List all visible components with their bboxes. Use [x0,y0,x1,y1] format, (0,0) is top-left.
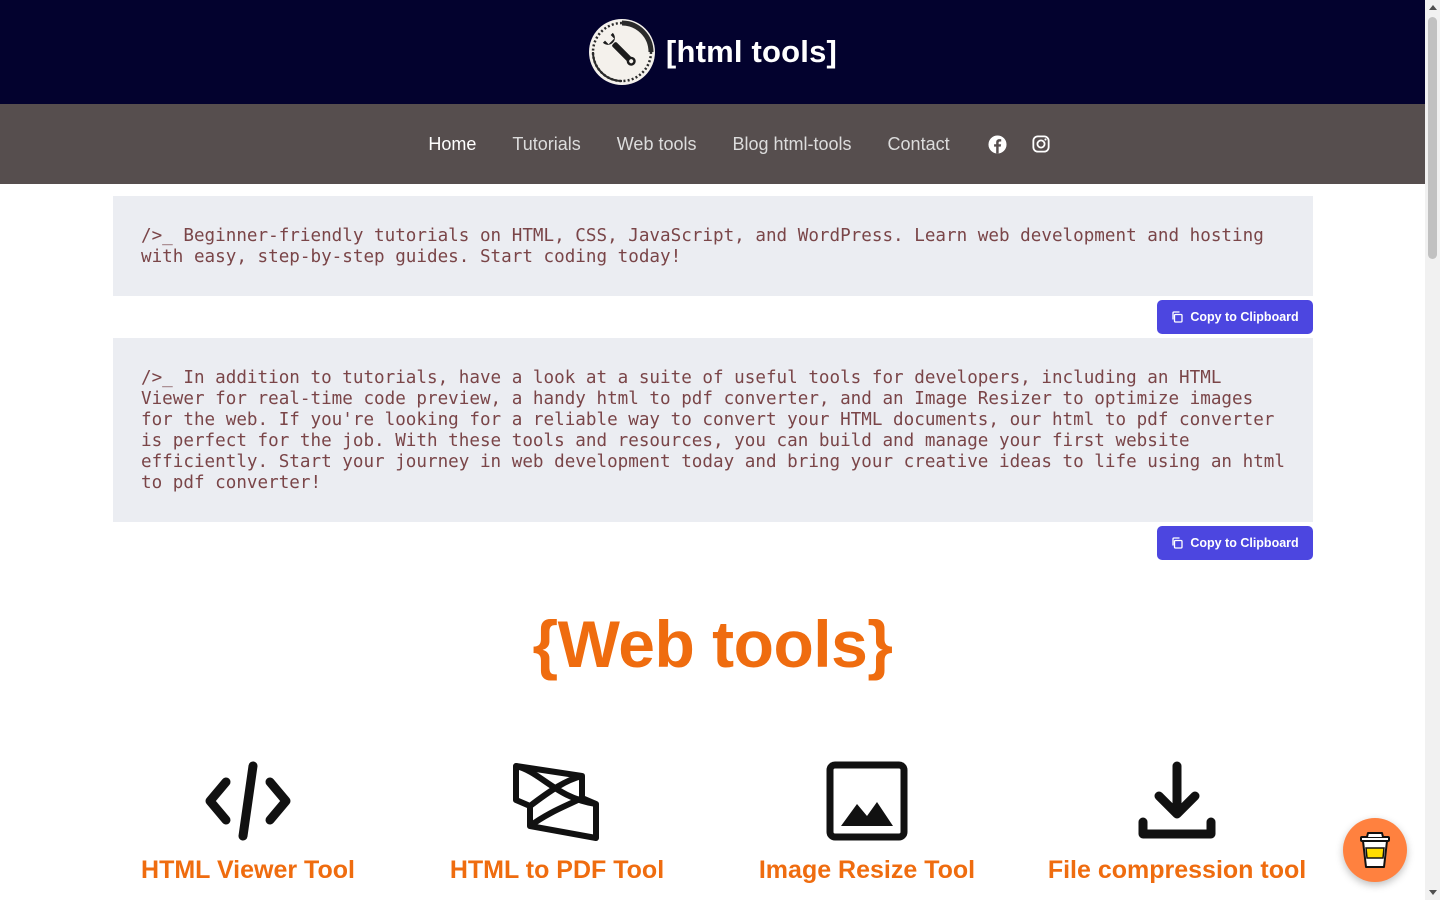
coffee-cup-icon [1360,832,1390,868]
nav-links: Home Tutorials Web tools Blog html-tools… [410,134,1050,155]
tool-label: File compression tool [1047,856,1307,884]
code-block-tools-description: />_ In addition to tutorials, have a loo… [113,338,1313,522]
tool-label: HTML Viewer Tool [141,856,355,884]
pdf-convert-icon [513,763,599,841]
copy-to-clipboard-button[interactable]: Copy to Clipboard [1157,526,1313,560]
vertical-scrollbar[interactable] [1425,0,1440,900]
image-icon [826,761,908,841]
tool-label: Image Resize Tool [758,856,976,884]
copy-button-label: Copy to Clipboard [1190,310,1299,324]
copy-icon [1172,537,1183,549]
copy-to-clipboard-button[interactable]: Copy to Clipboard [1157,300,1313,334]
tool-file-compression[interactable]: File compression tool [1022,760,1332,885]
facebook-icon [988,134,1007,154]
scroll-down-arrow-icon[interactable] [1429,890,1437,895]
copy-icon [1172,311,1183,323]
brand-home-link[interactable]: [html tools] [588,18,837,86]
page: [html tools] Home Tutorials Web tools Bl… [0,0,1425,900]
nav-item-blog[interactable]: Blog html-tools [732,134,851,155]
tool-label: HTML to PDF Tool [449,856,665,884]
download-icon [1138,761,1216,839]
site-header: [html tools] [0,0,1425,104]
tool-image-resize[interactable]: Image Resize Tool [712,760,1022,885]
instagram-link[interactable] [1032,135,1050,153]
tool-html-viewer[interactable]: HTML Viewer Tool [93,760,403,885]
code-block-intro: />_ Beginner-friendly tutorials on HTML,… [113,196,1313,296]
section-title: {Web tools} [532,607,893,681]
nav-item-contact[interactable]: Contact [888,134,950,155]
brand-name: [html tools] [665,34,838,69]
code-brackets-icon [205,761,291,841]
social-links [988,134,1050,154]
facebook-link[interactable] [988,134,1007,154]
wrench-gauge-logo-icon [588,19,655,85]
nav-item-web-tools[interactable]: Web tools [617,134,697,155]
main-navigation: Home Tutorials Web tools Blog html-tools… [0,104,1425,184]
nav-item-home[interactable]: Home [428,134,476,155]
instagram-icon [1032,135,1050,153]
copy-button-label: Copy to Clipboard [1190,536,1299,550]
scroll-thumb[interactable] [1428,17,1437,259]
nav-item-tutorials[interactable]: Tutorials [512,134,580,155]
buy-me-a-coffee-button[interactable] [1343,818,1407,882]
scroll-up-arrow-icon[interactable] [1429,5,1437,10]
tool-html-to-pdf[interactable]: HTML to PDF Tool [402,760,712,885]
